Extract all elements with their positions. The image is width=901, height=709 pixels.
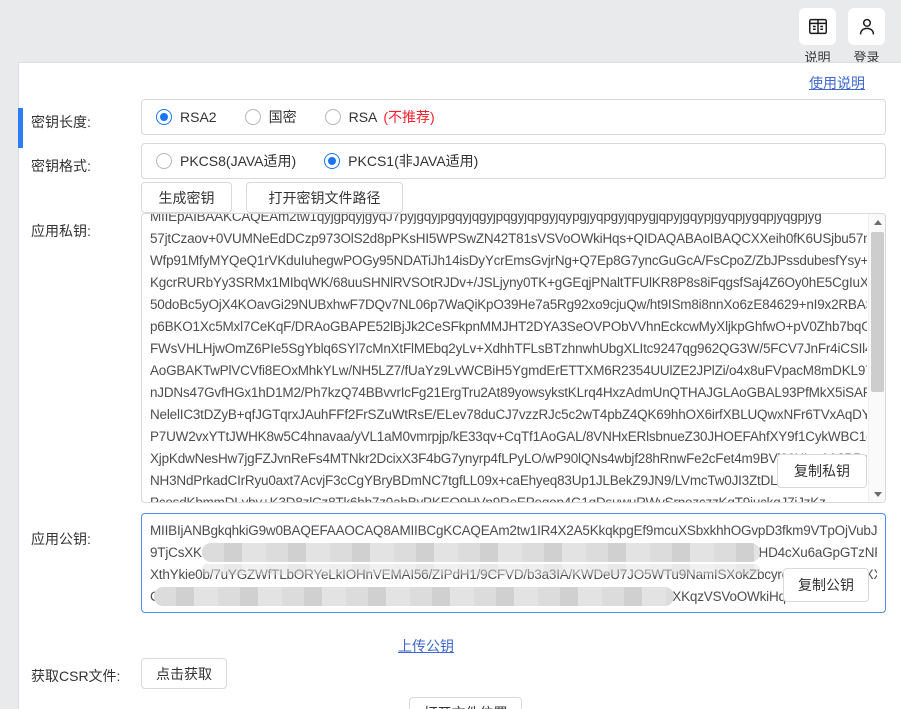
public-key-label: 应用公钥: [31,529,91,549]
redaction-patch [202,564,760,575]
private-key-text: MIIEpAIBAAKCAQEAm2tw1qyjgpqyjgyqJ7pyjgqy… [150,213,867,502]
key-length-group: RSA2 国密 RSA (不推荐) [141,99,886,135]
radio-pkcs1[interactable]: PKCS1(非JAVA适用) [324,151,478,171]
scrollbar-thumb[interactable] [871,232,884,392]
not-recommended-note: (不推荐) [383,107,434,127]
get-csr-label: 获取CSR文件: [31,666,120,686]
radio-unselected-icon[interactable] [325,109,341,125]
upload-public-key-link[interactable]: 上传公钥 [398,636,454,656]
get-csr-button[interactable]: 点击获取 [141,658,227,689]
radio-guomi[interactable]: 国密 [245,107,297,127]
copy-private-key-button[interactable]: 复制私钥 [777,454,867,488]
radio-unselected-icon[interactable] [156,153,172,169]
private-key-label: 应用私钥: [31,221,91,241]
radio-guomi-label: 国密 [269,107,297,127]
key-length-label: 密钥长度: [31,112,91,132]
private-key-textarea[interactable]: MIIEpAIBAAKCAQEAm2tw1qyjgpqyjgyqJ7pyjgqy… [141,213,886,503]
scroll-indicator[interactable] [18,108,23,148]
key-format-label: 密钥格式: [31,156,91,176]
redaction-patch [154,587,674,606]
radio-pkcs8-label: PKCS8(JAVA适用) [180,151,296,171]
radio-rsa2-label: RSA2 [180,109,217,125]
scroll-up-icon[interactable] [869,214,886,230]
radio-pkcs8[interactable]: PKCS8(JAVA适用) [156,151,296,171]
login-button[interactable] [848,8,885,45]
usage-instructions-link[interactable]: 使用说明 [809,73,865,93]
key-format-group: PKCS8(JAVA适用) PKCS1(非JAVA适用) [141,143,886,179]
person-icon [856,16,878,38]
public-key-textarea[interactable]: MIIBIjANBgkqhkiG9w0BAQEFAAOCAQ8AMIIBCgKC… [141,513,886,613]
open-key-file-path-button[interactable]: 打开密钥文件路径 [246,182,403,213]
book-icon [807,16,829,38]
open-file-location-button[interactable]: 打开文件位置 [409,697,522,709]
radio-rsa2[interactable]: RSA2 [156,109,217,125]
radio-selected-icon[interactable] [324,153,340,169]
radio-pkcs1-label: PKCS1(非JAVA适用) [348,151,478,171]
redaction-patch [202,543,760,562]
generate-key-button[interactable]: 生成密钥 [141,182,232,213]
radio-unselected-icon[interactable] [245,109,261,125]
copy-public-key-button[interactable]: 复制公钥 [783,568,869,602]
radio-selected-icon[interactable] [156,109,172,125]
private-key-scrollbar[interactable] [868,214,885,502]
radio-rsa[interactable]: RSA (不推荐) [325,107,435,127]
radio-rsa-label: RSA [349,109,378,125]
help-button[interactable] [799,8,836,45]
scroll-down-icon[interactable] [869,486,886,502]
key-tool-panel: 使用说明 密钥长度: RSA2 国密 RSA (不推荐) 密钥格式: PKCS8… [18,62,901,709]
